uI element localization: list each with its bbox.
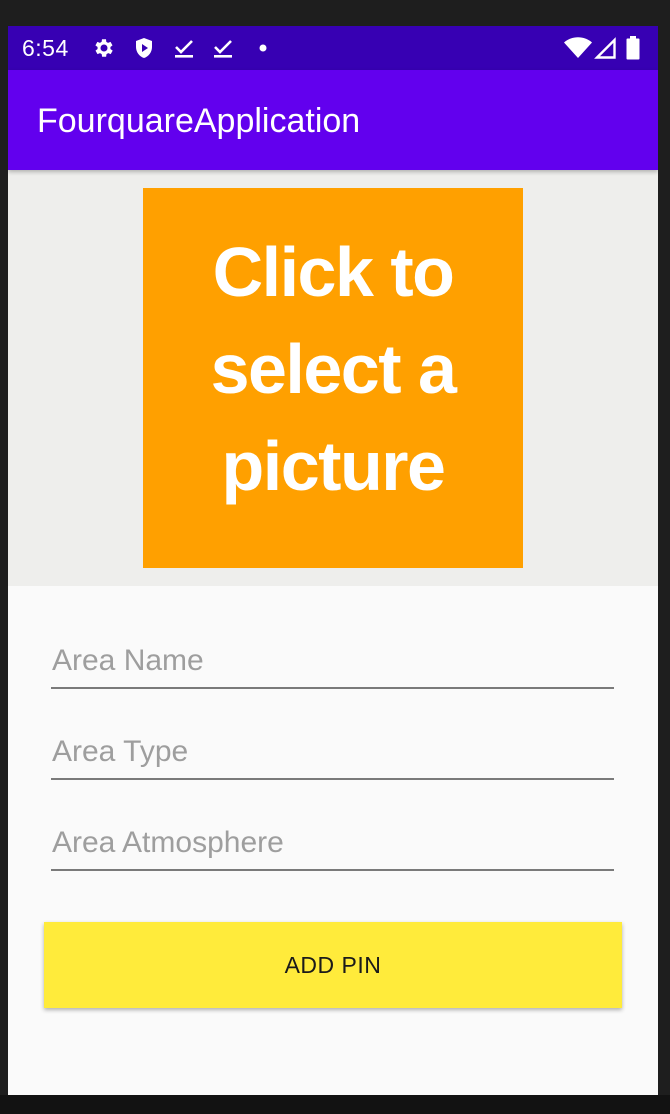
battery-icon <box>625 36 641 60</box>
wifi-icon <box>564 36 592 60</box>
area-name-field <box>51 635 614 691</box>
status-time: 6:54 <box>22 35 69 61</box>
add-pin-button[interactable]: ADD PIN <box>44 922 622 1008</box>
navigation-bar <box>0 1095 670 1114</box>
image-area: Click to select a picture <box>8 170 658 586</box>
signal-icon <box>594 36 618 60</box>
dot-icon <box>251 36 275 60</box>
shield-play-icon <box>132 36 156 60</box>
download-check-icon <box>211 36 235 60</box>
area-atmosphere-field <box>51 817 614 873</box>
download-check-icon <box>172 36 196 60</box>
select-picture-button[interactable]: Click to select a picture <box>143 188 523 568</box>
phone-screen: 6:54 FourquareApplication Click to selec… <box>8 26 658 1095</box>
app-bar: FourquareApplication <box>8 70 658 170</box>
area-atmosphere-input[interactable] <box>51 817 614 871</box>
area-type-input[interactable] <box>51 726 614 780</box>
area-type-field <box>51 726 614 782</box>
app-title: FourquareApplication <box>37 102 361 140</box>
status-bar: 6:54 <box>8 26 658 70</box>
gear-icon <box>92 36 116 60</box>
area-name-input[interactable] <box>51 635 614 689</box>
select-picture-label: Click to select a picture <box>210 233 457 505</box>
